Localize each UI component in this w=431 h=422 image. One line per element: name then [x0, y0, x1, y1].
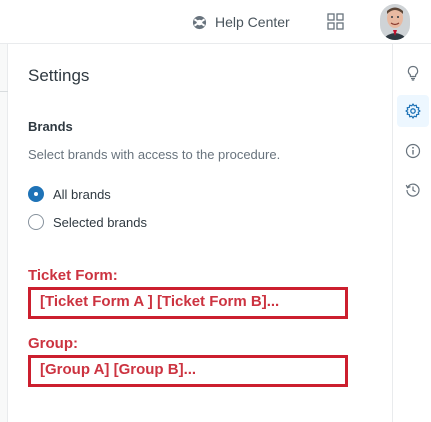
user-avatar[interactable] [380, 4, 410, 40]
lifebuoy-icon [192, 15, 207, 29]
rail-settings-button[interactable] [397, 95, 429, 127]
ticket-form-field[interactable]: [Ticket Form A ] [Ticket Form B]... [28, 287, 348, 319]
divider [0, 91, 8, 92]
avatar-image [380, 4, 410, 40]
rail-lightbulb-button[interactable] [397, 57, 429, 89]
ticket-form-label: Ticket Form: [28, 267, 118, 284]
settings-title: Settings [28, 66, 90, 85]
left-panel-edge [0, 44, 8, 422]
history-icon [405, 183, 420, 197]
selected-brands-label: Selected brands [53, 214, 147, 230]
apps-grid-icon[interactable] [327, 13, 344, 30]
help-center-link[interactable]: Help Center [192, 12, 290, 32]
lightbulb-icon [407, 65, 419, 81]
ticket-form-value: [Ticket Form A ] [Ticket Form B]... [40, 293, 280, 310]
group-value: [Group A] [Group B]... [40, 361, 197, 378]
rail-info-button[interactable] [397, 135, 429, 167]
right-rail [392, 44, 431, 422]
info-icon [405, 143, 421, 159]
brands-label: Brands [28, 119, 73, 134]
selected-brands-option[interactable]: Selected brands [28, 214, 147, 230]
all-brands-radio[interactable] [28, 186, 44, 202]
rail-history-button[interactable] [397, 174, 429, 206]
all-brands-option[interactable]: All brands [28, 186, 111, 202]
group-label: Group: [28, 335, 78, 352]
help-center-label: Help Center [215, 14, 290, 30]
all-brands-label: All brands [53, 186, 111, 202]
gear-icon [405, 103, 421, 119]
selected-brands-radio[interactable] [28, 214, 44, 230]
brands-hint: Select brands with access to the procedu… [28, 147, 281, 162]
group-field[interactable]: [Group A] [Group B]... [28, 355, 348, 387]
top-header: Help Center [0, 0, 431, 44]
